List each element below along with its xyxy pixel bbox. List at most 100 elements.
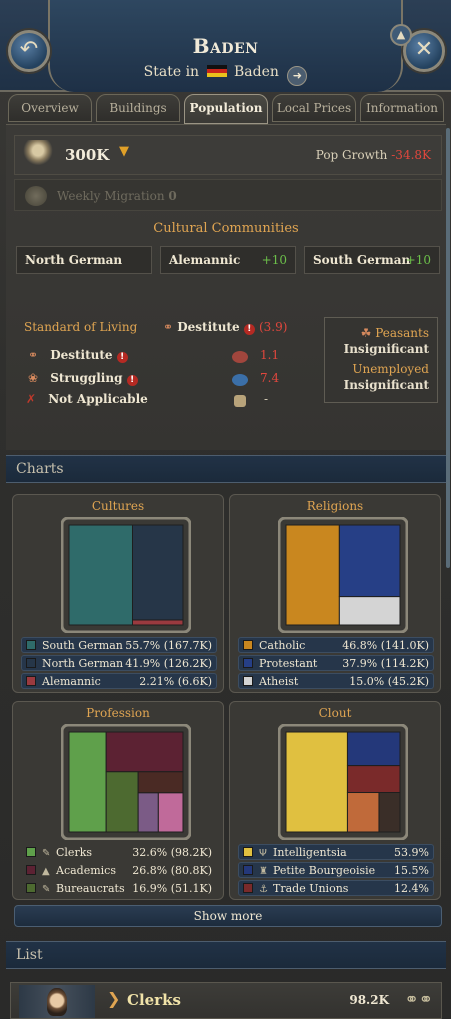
chart-cultures: Cultures South German 55.7% (167.7K) Nor… [12, 494, 224, 693]
country-link[interactable]: Baden [234, 64, 279, 80]
legend-row[interactable]: ♜ Petite Bourgeoisie 15.5% [238, 862, 434, 878]
peasants-value: Insignificant [343, 342, 429, 356]
treemap-cell-protestant[interactable] [338, 524, 401, 598]
sol-row-destitute: ⚭ Destitute ! [28, 348, 128, 363]
list-item-name: Clerks [127, 991, 181, 1009]
tab-bar: Overview Buildings Population Local Pric… [8, 94, 444, 124]
pop-type-icon [232, 374, 248, 386]
treemap-cell-catholic[interactable] [285, 524, 340, 626]
warning-icon: ! [243, 324, 255, 335]
tab-buildings[interactable]: Buildings [96, 94, 180, 122]
shop-icon: ♜ [259, 866, 268, 877]
culture-change: +10 [405, 253, 431, 267]
religions-treemap[interactable] [278, 517, 408, 633]
legend-swatch [26, 847, 36, 857]
treemap-cell-petite-bourgeoisie[interactable] [346, 731, 401, 767]
sol-score: (3.9) [258, 320, 288, 334]
culture-change: +10 [261, 253, 287, 267]
treemap-cell-other[interactable] [378, 792, 401, 833]
pop-growth-value: -34.8K [391, 148, 431, 162]
culture-name: South German [313, 253, 411, 267]
union-icon: ⚓ [259, 884, 268, 895]
treemap-cell-bureaucrats[interactable] [105, 771, 139, 833]
legend-row[interactable]: Ψ Intelligentsia 53.9% [238, 844, 434, 860]
dropdown-arrow-icon[interactable]: ▼ [119, 144, 129, 159]
treemap-cell-clerks[interactable] [68, 731, 107, 833]
culture-name: Alemannic [169, 253, 241, 267]
weekly-migration: Weekly Migration 0 [14, 179, 442, 211]
tab-local-prices[interactable]: Local Prices [272, 94, 356, 122]
legend-swatch [243, 865, 253, 875]
treemap-cell-other[interactable] [346, 792, 380, 833]
tab-information[interactable]: Information [360, 94, 444, 122]
list-item-value: 98.2K [349, 993, 389, 1007]
treemap-cell-academics[interactable] [105, 731, 184, 773]
legend-swatch [26, 658, 36, 668]
chevron-right-icon[interactable]: ❯ [107, 989, 120, 1008]
peasants-label: Peasants [375, 326, 429, 340]
legend-swatch [243, 883, 253, 893]
pop-growth: Pop Growth -34.8K [316, 148, 431, 162]
clout-treemap[interactable] [278, 724, 408, 840]
unemployed-label: Unemployed [352, 362, 429, 376]
culture-south-german[interactable]: South German +10 [304, 246, 440, 274]
goto-arrow-icon[interactable]: ➜ [287, 66, 308, 86]
treemap-cell-intelligentsia[interactable] [285, 731, 348, 833]
sol-row-value: 7.4 [260, 371, 280, 385]
legend-row[interactable]: South German 55.7% (167.7K) [21, 637, 217, 653]
population-panel: 300K ▼ Pop Growth -34.8K Weekly Migratio… [6, 124, 446, 450]
migration-label: Weekly Migration [57, 189, 165, 203]
legend-row[interactable]: Atheist 15.0% (45.2K) [238, 673, 434, 689]
list-item[interactable]: ❯ Clerks 98.2K ⚭⚭ [10, 982, 442, 1019]
chart-profession: Profession ✎ Clerks 32.6% (98.2K) ▲ Academ… [12, 701, 224, 900]
sol-current[interactable]: ⚭ Destitute ! (3.9) [163, 320, 287, 335]
legend-swatch [243, 847, 253, 857]
treemap-cell-trade-unions[interactable] [346, 765, 401, 794]
treemap-cell-other[interactable] [137, 771, 184, 794]
pops-icon [23, 140, 53, 170]
chart-title: Religions [306, 499, 364, 513]
treemap-cell-other[interactable] [137, 792, 159, 833]
chart-title: Clout [318, 706, 352, 720]
legend-row[interactable]: ✎ Clerks 32.6% (98.2K) [21, 844, 217, 860]
sol-label: Standard of Living [24, 320, 138, 334]
legend-row[interactable]: ✎ Bureaucrats 16.9% (51.1K) [21, 880, 217, 896]
tab-overview[interactable]: Overview [8, 94, 92, 122]
subtitle-prefix: State in [143, 64, 200, 80]
pop-type-icon [232, 351, 248, 363]
lamp-icon: Ψ [259, 848, 267, 859]
culture-north-german[interactable]: North German [16, 246, 152, 274]
legend-row[interactable]: ▲ Academics 26.8% (80.8K) [21, 862, 217, 878]
legend-row[interactable]: Alemannic 2.21% (6.6K) [21, 673, 217, 689]
chart-clout: Clout Ψ Intelligentsia 53.9% ♜ Petite Bour… [229, 701, 441, 900]
legend-swatch [26, 676, 36, 686]
wheat-icon: ❀ [28, 371, 39, 385]
population-total: 300K [65, 146, 110, 164]
show-more-button[interactable]: Show more [14, 905, 442, 927]
treemap-cell-north-german[interactable] [131, 524, 184, 621]
sol-row-struggling: ❀ Struggling ! [28, 371, 138, 386]
legend-row[interactable]: Protestant 37.9% (114.2K) [238, 655, 434, 671]
legend-row[interactable]: Catholic 46.8% (141.0K) [238, 637, 434, 653]
treemap-cell-alemannic[interactable] [131, 619, 184, 626]
unemployed-value: Insignificant [343, 378, 429, 392]
culture-name: North German [25, 253, 123, 267]
peasant-icon: ☘ [360, 326, 372, 340]
pop-type-icon [234, 395, 246, 407]
list-header: List [6, 941, 446, 969]
treemap-cell-south-german[interactable] [68, 524, 133, 626]
culture-alemannic[interactable]: Alemannic +10 [160, 246, 296, 274]
cultural-communities-label: Cultural Communities [153, 221, 299, 236]
chart-title: Profession [86, 706, 150, 720]
tab-population[interactable]: Population [184, 94, 268, 124]
profession-treemap[interactable] [61, 724, 191, 840]
treemap-cell-other[interactable] [157, 792, 184, 833]
scrollbar[interactable] [446, 128, 450, 568]
glasses-icon[interactable]: ⚭⚭ [405, 990, 434, 1010]
chart-religions: Religions Catholic 46.8% (141.0K) Protes… [229, 494, 441, 693]
legend-row[interactable]: North German 41.9% (126.2K) [21, 655, 217, 671]
clerk-icon: ✎ [42, 848, 51, 859]
legend-row[interactable]: ⚓ Trade Unions 12.4% [238, 880, 434, 896]
treemap-cell-atheist[interactable] [338, 596, 401, 626]
cultures-treemap[interactable] [61, 517, 191, 633]
